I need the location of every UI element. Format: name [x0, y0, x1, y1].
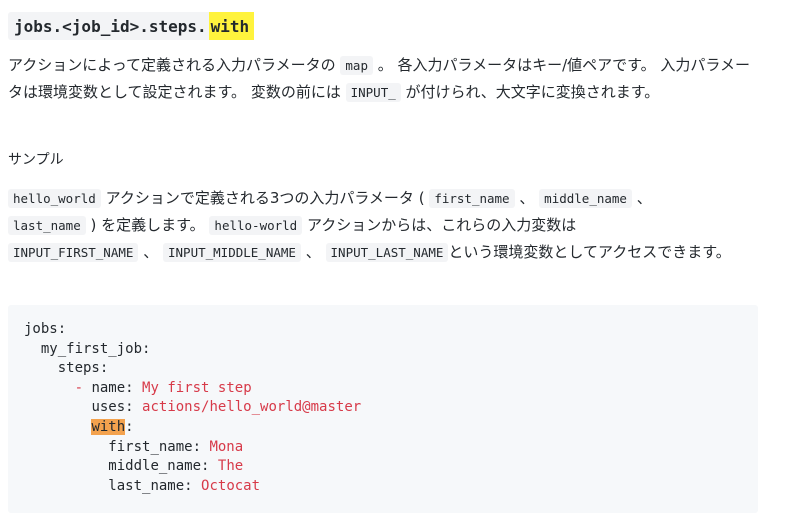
- text: が付けられ、大文字に変換されます。: [405, 83, 660, 101]
- code-steps: steps:: [57, 360, 109, 377]
- inline-code: hello-world: [209, 216, 303, 235]
- code-job: my_first_job:: [40, 340, 151, 357]
- inline-code: INPUT_FIRST_NAME: [8, 243, 139, 262]
- text: アクションで定義される3つの入力パラメータ (: [105, 189, 425, 207]
- code-jobs: jobs:: [24, 321, 67, 337]
- code-block[interactable]: jobs: my_first_job: steps: - name: My fi…: [8, 305, 758, 513]
- text: という環境変数としてアクセスできます。: [448, 243, 731, 261]
- title-path: jobs.<job_id>.steps.: [14, 16, 207, 36]
- inline-code: first_name: [429, 189, 515, 208]
- text: ) を定義します。: [90, 216, 205, 234]
- code-uses-value: actions/hello_world@master: [142, 399, 362, 416]
- text: 、: [519, 189, 535, 207]
- example-paragraph: hello_world アクションで定義される3つの入力パラメータ ( firs…: [8, 185, 760, 266]
- code-colon: :: [125, 418, 134, 435]
- code-dash: -: [74, 379, 84, 396]
- code-last-key: last_name:: [108, 477, 193, 494]
- text: 、: [636, 189, 652, 207]
- code-first-key: first_name:: [108, 438, 202, 455]
- page-title: jobs.<job_id>.steps. with: [8, 12, 255, 40]
- yaml-code: jobs: my_first_job: steps: - name: My fi…: [24, 320, 361, 496]
- code-middle-key: middle_name:: [108, 458, 210, 475]
- description-paragraph: アクションによって定義される入力パラメータの map 。 各入力パラメータはキー…: [8, 52, 760, 106]
- text: アクションからは、これらの入力変数は: [307, 216, 577, 234]
- inline-code: hello_world: [8, 189, 101, 208]
- text: 、: [305, 243, 321, 261]
- sample-label: サンプル: [8, 152, 64, 168]
- code-name-value: My first step: [142, 379, 252, 396]
- inline-code: last_name: [8, 216, 86, 235]
- title-highlight: with: [208, 12, 255, 40]
- text: アクションによって定義される入力パラメータの: [8, 56, 336, 74]
- code-last-value: Octocat: [201, 477, 261, 494]
- code-uses-key: uses:: [91, 399, 134, 416]
- text: 、: [143, 243, 159, 261]
- inline-code: middle_name: [539, 189, 632, 208]
- inline-code-input-prefix: INPUT_: [345, 83, 401, 102]
- inline-code: INPUT_MIDDLE_NAME: [163, 243, 301, 262]
- code-middle-value: The: [217, 458, 244, 475]
- code-with-key: with: [91, 418, 126, 435]
- inline-code: INPUT_LAST_NAME: [325, 243, 449, 262]
- inline-code-map: map: [340, 56, 373, 75]
- code-name-key: name:: [91, 379, 134, 396]
- code-first-value: Mona: [209, 438, 244, 455]
